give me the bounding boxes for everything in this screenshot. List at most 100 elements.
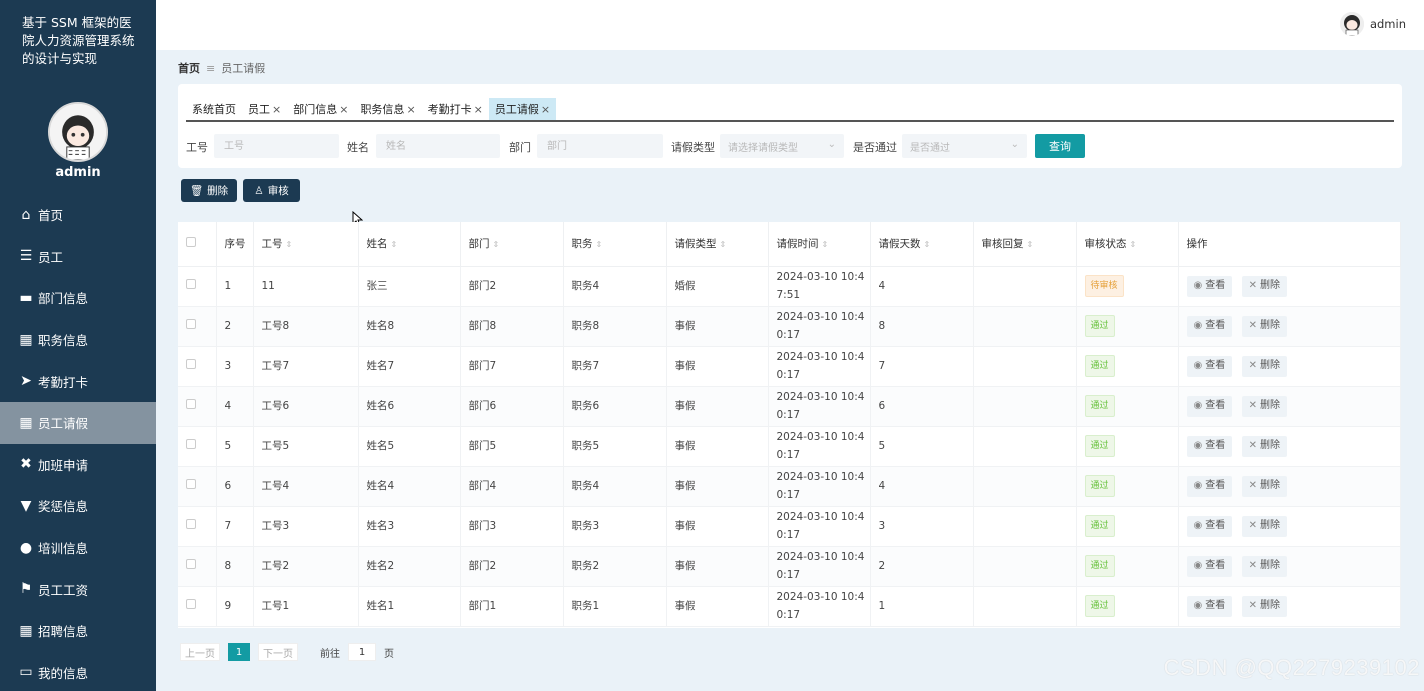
close-icon[interactable]: × — [339, 103, 348, 116]
sidebar-item-11[interactable]: ▭ 我的信息 — [0, 652, 156, 691]
delete-button[interactable]: ✕ 删除 — [1241, 395, 1287, 417]
bumen-input[interactable] — [537, 134, 663, 158]
prev-page-button[interactable]: 上一页 — [180, 643, 220, 661]
delete-button[interactable]: ✕ 删除 — [1241, 595, 1287, 617]
next-page-button[interactable]: 下一页 — [258, 643, 298, 661]
goto-page-input[interactable] — [348, 643, 376, 661]
cell-status: 通过 — [1076, 426, 1179, 467]
row-checkbox[interactable] — [186, 599, 196, 609]
delete-button[interactable]: ✕ 删除 — [1241, 475, 1287, 497]
sort-icon[interactable]: ⇕ — [596, 240, 603, 249]
sort-icon[interactable]: ⇕ — [822, 240, 829, 249]
column-header[interactable]: 请假时间 ⇕ — [768, 222, 871, 267]
column-header[interactable]: 姓名 ⇕ — [358, 222, 461, 267]
sidebar-item-3[interactable]: ▦ 职务信息 — [0, 319, 156, 361]
gonghao-label: 工号 — [186, 141, 208, 154]
sidebar-item-0[interactable]: ⌂ 首页 — [0, 194, 156, 236]
sort-icon[interactable]: ⇕ — [1027, 240, 1034, 249]
column-header[interactable]: 职务 ⇕ — [563, 222, 667, 267]
cell-text: 工号7 — [261, 360, 290, 372]
view-button[interactable]: ◉ 查看 — [1186, 555, 1233, 577]
column-header[interactable]: 部门 ⇕ — [460, 222, 564, 267]
cell-gonghao: 工号4 — [253, 466, 359, 507]
delete-label: 删除 — [1259, 480, 1280, 491]
row-checkbox[interactable] — [186, 399, 196, 409]
view-button[interactable]: ◉ 查看 — [1186, 515, 1233, 537]
batch-delete-button[interactable]: 🗑 删除 — [181, 179, 237, 202]
sort-icon[interactable]: ⇕ — [286, 240, 293, 249]
delete-button[interactable]: ✕ 删除 — [1241, 315, 1287, 337]
view-button[interactable]: ◉ 查看 — [1186, 315, 1233, 337]
breadcrumb-home[interactable]: 首页 — [178, 60, 200, 76]
qingjia-type-select[interactable]: 请选择请假类型 ⌄ — [720, 134, 844, 158]
status-badge: 通过 — [1084, 355, 1115, 377]
eye-icon: ◉ — [1193, 360, 1203, 371]
tab-3[interactable]: 职务信息 × — [354, 98, 421, 120]
sort-icon[interactable]: ⇕ — [924, 240, 931, 249]
delete-button[interactable]: ✕ 删除 — [1241, 275, 1287, 297]
close-icon[interactable]: × — [474, 103, 483, 116]
sidebar-item-4[interactable]: ➤ 考勤打卡 — [0, 360, 156, 402]
sidebar-item-8[interactable]: ● 培训信息 — [0, 527, 156, 569]
sidebar-item-6[interactable]: ✖ 加班申请 — [0, 444, 156, 486]
sidebar-item-9[interactable]: ⚑ 员工工资 — [0, 568, 156, 610]
delete-button[interactable]: ✕ 删除 — [1241, 555, 1287, 577]
delete-button[interactable]: ✕ 删除 — [1241, 515, 1287, 537]
query-button[interactable]: 查询 — [1035, 134, 1085, 158]
row-checkbox[interactable] — [186, 279, 196, 289]
header-avatar[interactable] — [1340, 12, 1364, 36]
delete-button[interactable]: ✕ 删除 — [1241, 435, 1287, 457]
sort-icon[interactable]: ⇕ — [1130, 240, 1137, 249]
tab-4[interactable]: 考勤打卡 × — [422, 98, 489, 120]
select-all-checkbox[interactable] — [186, 237, 196, 248]
view-button[interactable]: ◉ 查看 — [1186, 435, 1233, 457]
header-username[interactable]: admin — [1370, 17, 1406, 31]
row-checkbox[interactable] — [186, 439, 196, 449]
sidebar-item-7[interactable]: ▼ 奖惩信息 — [0, 485, 156, 527]
column-header[interactable]: 审核回复 ⇕ — [973, 222, 1077, 267]
column-header-label: 请假时间 — [776, 238, 819, 251]
row-checkbox[interactable] — [186, 559, 196, 569]
view-button[interactable]: ◉ 查看 — [1186, 355, 1233, 377]
column-header[interactable]: 审核状态 ⇕ — [1076, 222, 1179, 267]
paper-plane-icon: ➤ — [20, 373, 32, 390]
xingming-input[interactable] — [376, 134, 500, 158]
sidebar-item-10[interactable]: ▦ 招聘信息 — [0, 610, 156, 652]
tab-0[interactable]: 系统首页 — [186, 98, 242, 120]
sort-icon[interactable]: ⇕ — [720, 240, 727, 249]
tab-1[interactable]: 员工 × — [242, 98, 287, 120]
close-icon[interactable]: × — [272, 103, 281, 116]
row-checkbox[interactable] — [186, 359, 196, 369]
sidebar-item-label: 加班申请 — [38, 457, 89, 473]
gonghao-input[interactable] — [214, 134, 339, 158]
sort-icon[interactable]: ⇕ — [391, 240, 398, 249]
tab-label: 部门信息 — [293, 103, 338, 116]
sidebar-item-5[interactable]: ▦ 员工请假 — [0, 401, 156, 444]
view-button[interactable]: ◉ 查看 — [1186, 275, 1233, 297]
page-number-button[interactable]: 1 — [228, 643, 250, 661]
table-row: 3 工号7 姓名7 部门7 职务7 事假 2024-03-10 10:4 0:17 7 通过 ◉ 查… — [178, 346, 1401, 387]
audit-button[interactable]: ♙ 审核 — [243, 179, 300, 202]
close-icon[interactable]: × — [406, 103, 415, 116]
row-checkbox[interactable] — [186, 319, 196, 329]
delete-button[interactable]: ✕ 删除 — [1241, 355, 1287, 377]
row-checkbox[interactable] — [186, 479, 196, 489]
column-header[interactable]: 请假类型 ⇕ — [666, 222, 769, 267]
close-icon[interactable]: × — [541, 103, 550, 116]
tab-5[interactable]: 员工请假 × — [488, 98, 557, 120]
view-button[interactable]: ◉ 查看 — [1186, 395, 1233, 417]
view-button[interactable]: ◉ 查看 — [1186, 475, 1233, 497]
sidebar-item-2[interactable]: ▬ 部门信息 — [0, 277, 156, 319]
cell-time: 2024-03-10 10:4 0:17 — [768, 306, 871, 347]
sort-icon[interactable]: ⇕ — [493, 240, 500, 249]
row-checkbox[interactable] — [186, 519, 196, 529]
column-header[interactable]: 工号 ⇕ — [253, 222, 359, 267]
cell-text: 部门1 — [468, 600, 497, 612]
cell-no: 1 — [216, 266, 254, 307]
view-button[interactable]: ◉ 查看 — [1186, 595, 1233, 617]
cell-no: 4 — [216, 386, 254, 427]
sidebar-item-1[interactable]: ☰ 员工 — [0, 236, 156, 278]
column-header[interactable]: 请假天数 ⇕ — [870, 222, 974, 267]
tab-2[interactable]: 部门信息 × — [287, 98, 354, 120]
tongguo-select[interactable]: 是否通过 ⌄ — [902, 134, 1027, 158]
